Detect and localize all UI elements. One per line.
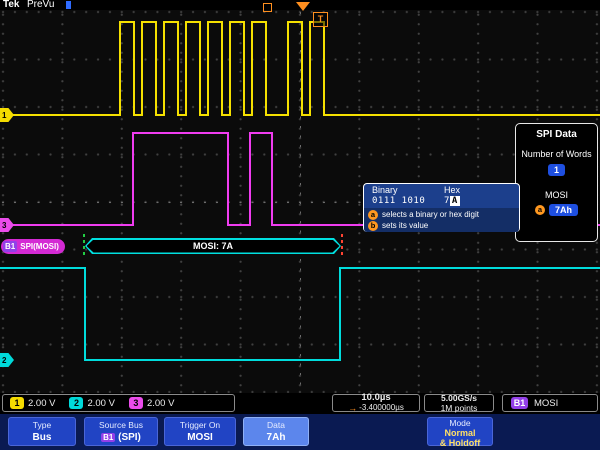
bottom-menu-bar: Type Bus Source Bus B1 (SPI) Trigger On … bbox=[0, 414, 600, 450]
ch1-readout: 1 2.00 V bbox=[10, 397, 55, 409]
decode-end-marker bbox=[341, 234, 343, 258]
trigger-indicator[interactable]: T bbox=[313, 12, 328, 27]
knob-b-icon: b bbox=[368, 221, 378, 231]
spi-data-side-menu: SPI Data Number of Words 1 MOSI a 7Ah bbox=[515, 123, 598, 242]
waveform-ch1-sclk bbox=[0, 22, 600, 115]
hex-cursor: A bbox=[450, 196, 460, 206]
ch1-badge: 1 bbox=[10, 397, 24, 409]
record-length: 1M points bbox=[441, 404, 478, 413]
ch3-scale: 2.00 V bbox=[147, 398, 174, 409]
binary-label: Binary bbox=[372, 185, 444, 195]
hint-a-text: selects a binary or hex digit bbox=[382, 210, 479, 219]
source-bus-label: Source Bus bbox=[85, 421, 157, 430]
source-bus-b1-badge: B1 bbox=[101, 433, 115, 442]
number-of-words-value[interactable]: 1 bbox=[548, 164, 565, 176]
decode-value: MOSI: 7A bbox=[193, 241, 233, 251]
acquisition-readout: 5.00GS/s 1M points bbox=[424, 394, 494, 412]
mosi-label: MOSI bbox=[516, 190, 597, 201]
data-value: 7Ah bbox=[244, 433, 308, 443]
source-bus-protocol: (SPI) bbox=[118, 432, 141, 443]
menu-mode-button[interactable]: Mode Normal & Holdoff bbox=[427, 417, 493, 446]
ch3-readout: 3 2.00 V bbox=[129, 397, 174, 409]
ch2-readout: 2 2.00 V bbox=[69, 397, 114, 409]
trigger-position-arrow-icon: → bbox=[348, 404, 357, 413]
menu-trigger-on-button[interactable]: Trigger On MOSI bbox=[164, 417, 236, 446]
ch1-scale: 2.00 V bbox=[28, 398, 55, 409]
timebase-readout: 10.0µs → -3.400000µs bbox=[332, 394, 420, 412]
bus-name-label: SPI(MOSI) bbox=[20, 242, 59, 251]
expansion-point-marker bbox=[263, 3, 272, 12]
bus-b1-label[interactable]: B1 SPI(MOSI) bbox=[1, 239, 65, 254]
knob-a-icon: a bbox=[535, 205, 545, 215]
trigger-on-value: MOSI bbox=[165, 433, 235, 443]
decode-start-marker bbox=[83, 234, 85, 258]
bus-trigger-readout: B1 MOSI bbox=[502, 394, 598, 412]
hex-value: 7A bbox=[444, 196, 519, 206]
timebase-value: 10.0µs bbox=[361, 393, 390, 403]
ch2-scale: 2.00 V bbox=[87, 398, 114, 409]
data-entry-popup: Binary Hex 0111 1010 7A a selects a bina… bbox=[363, 183, 520, 232]
status-indicator bbox=[66, 1, 71, 9]
knob-hints: a selects a binary or hex digit b sets i… bbox=[364, 208, 519, 232]
status-bar: 1 2.00 V 2 2.00 V 3 2.00 V 10.0µs → -3.4… bbox=[0, 393, 600, 414]
source-bus-value: B1 (SPI) bbox=[85, 433, 157, 443]
graticule-area: 1 3 2 B1 SPI(MOSI) MOSI: 7A Binary Hex 0… bbox=[0, 10, 600, 393]
mode-value-line1: Normal bbox=[428, 428, 492, 438]
type-value: Bus bbox=[9, 433, 75, 443]
channel-readouts: 1 2.00 V 2 2.00 V 3 2.00 V bbox=[2, 394, 235, 412]
mosi-value-row[interactable]: a 7Ah bbox=[516, 204, 597, 216]
data-label: Data bbox=[244, 421, 308, 430]
trigger-position-value: -3.400000µs bbox=[359, 404, 404, 412]
knob-a-icon: a bbox=[368, 210, 378, 220]
acquisition-status: PreVu bbox=[27, 0, 54, 10]
mosi-value: 7Ah bbox=[549, 204, 578, 216]
oscilloscope-display: Tek PreVu 1 3 2 B1 SPI(MOSI) MOSI: 7A Bi… bbox=[0, 0, 600, 450]
hint-b-text: sets its value bbox=[382, 221, 428, 230]
waveform-ch2-cs bbox=[0, 268, 600, 360]
binary-value: 0111 1010 bbox=[372, 196, 444, 206]
bus-b1-badge: B1 bbox=[3, 241, 17, 252]
hex-label: Hex bbox=[444, 185, 519, 195]
menu-source-bus-button[interactable]: Source Bus B1 (SPI) bbox=[84, 417, 158, 446]
menu-data-button[interactable]: Data 7Ah bbox=[243, 417, 309, 446]
ch3-badge: 3 bbox=[129, 397, 143, 409]
tek-logo: Tek bbox=[3, 0, 20, 10]
trigger-on-label: Trigger On bbox=[165, 421, 235, 430]
bus-b1-badge: B1 bbox=[511, 397, 528, 409]
mode-value-line2: & Holdoff bbox=[428, 438, 492, 448]
sample-rate: 5.00GS/s bbox=[441, 394, 477, 403]
panel-title: SPI Data bbox=[516, 129, 597, 140]
type-label: Type bbox=[9, 421, 75, 430]
mode-label: Mode bbox=[428, 419, 492, 428]
bus-trigger-source: MOSI bbox=[534, 398, 558, 409]
spi-decode-packet[interactable]: MOSI: 7A bbox=[85, 238, 341, 254]
ch2-badge: 2 bbox=[69, 397, 83, 409]
number-of-words-label: Number of Words bbox=[516, 149, 597, 160]
menu-type-button[interactable]: Type Bus bbox=[8, 417, 76, 446]
